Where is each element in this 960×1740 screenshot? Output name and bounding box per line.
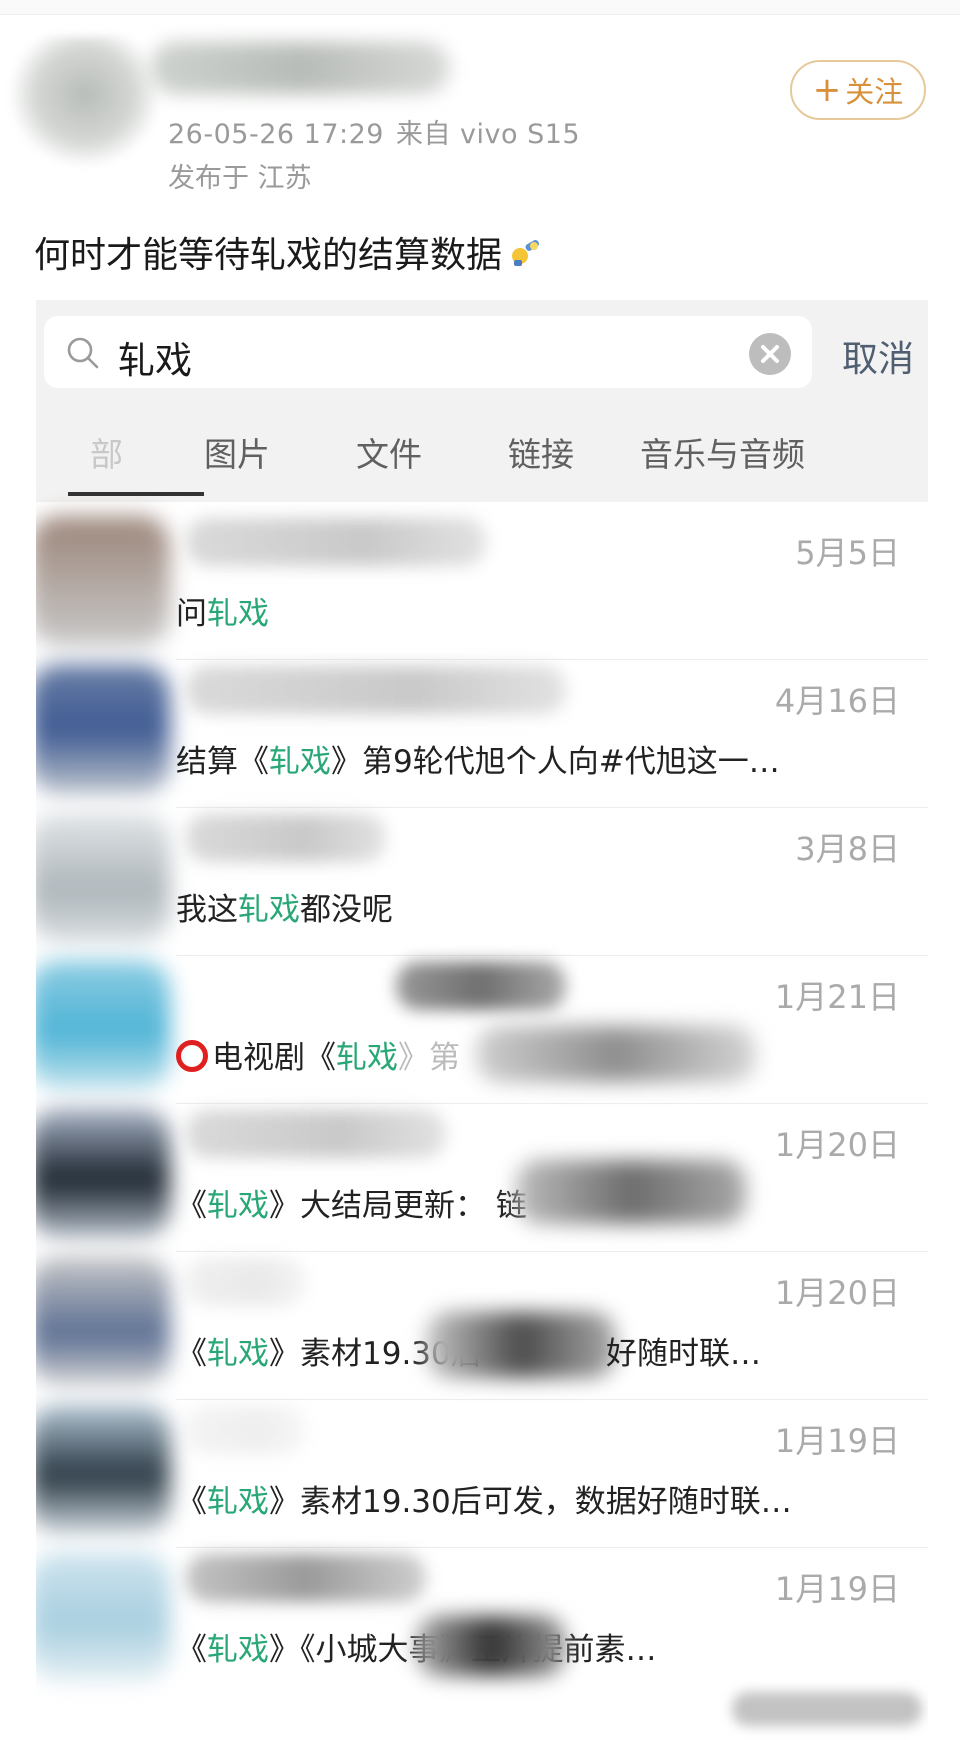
snippet-highlight: 轧戏 xyxy=(269,744,331,780)
tab-files[interactable]: 文件 xyxy=(356,428,422,476)
post-meta: 26-05-26 17:29 来自 vivo S15 xyxy=(168,112,592,151)
list-item[interactable]: 1月20日 《轧戏》素材19.30后 好随时联… xyxy=(36,1242,928,1400)
snippet-highlight: 轧戏 xyxy=(207,1632,269,1668)
avatar xyxy=(36,960,170,1090)
avatar xyxy=(36,1552,170,1682)
post-device: 来自 vivo S15 xyxy=(395,119,581,150)
list-item[interactable]: 5月5日 问轧戏 xyxy=(36,502,928,660)
chat-search-screenshot: 轧戏 取消 部 图片 文件 链接 音乐与音频 5月5日 问轧戏 4月16日 结算… xyxy=(36,300,928,1740)
snippet-text: 都没呢 xyxy=(300,892,393,928)
snippet-text: 》第 xyxy=(398,1040,460,1076)
list-item[interactable]: 1月19日 《轧戏》《小城大事》正片提前素… xyxy=(36,1538,928,1696)
avatar[interactable] xyxy=(10,36,160,166)
message-snippet: 《轧戏》素材19.30后可发，数据好随时联… xyxy=(176,1476,792,1521)
list-item[interactable]: 1月21日 电视剧《轧戏》第 xyxy=(36,946,928,1104)
blurred-content xyxy=(516,1160,746,1224)
message-date: 1月20日 xyxy=(774,1126,900,1164)
snippet-text: 》素材19.30后可发，数据好随时联… xyxy=(269,1484,792,1520)
blurred-content xyxy=(426,1312,616,1378)
plus-icon: + xyxy=(812,70,842,110)
snippet-highlight: 轧戏 xyxy=(207,1484,269,1520)
snippet-text: 结算《 xyxy=(176,744,269,780)
search-bar-area: 轧戏 取消 xyxy=(36,300,928,392)
message-date: 1月21日 xyxy=(774,978,900,1016)
list-item[interactable]: 1月19日 《轧戏》素材19.30后可发，数据好随时联… xyxy=(36,1390,928,1548)
snippet-text: 问 xyxy=(176,596,207,632)
active-tab-indicator xyxy=(68,492,204,496)
post-location: 发布于 江苏 xyxy=(168,163,312,194)
message-date: 1月20日 xyxy=(774,1274,900,1312)
avatar xyxy=(36,1256,170,1386)
follow-label: 关注 xyxy=(845,75,904,109)
tab-links[interactable]: 链接 xyxy=(508,428,574,476)
message-snippet: 《轧戏》大结局更新： 链 xyxy=(176,1180,527,1225)
snippet-highlight: 轧戏 xyxy=(207,596,269,632)
red-circle-icon xyxy=(176,1040,208,1072)
snippet-text: 电视剧《 xyxy=(212,1040,336,1076)
list-item[interactable]: 3月8日 我这轧戏都没呢 xyxy=(36,798,928,956)
follow-button[interactable]: + 关注 xyxy=(790,60,926,120)
clear-icon[interactable] xyxy=(748,332,792,376)
tab-images[interactable]: 图片 xyxy=(204,428,270,476)
status-strip xyxy=(0,0,960,15)
list-item[interactable]: 4月16日 结算《轧戏》第9轮代旭个人向#代旭这一… xyxy=(36,650,928,808)
snippet-highlight: 轧戏 xyxy=(207,1188,269,1224)
username-blurred[interactable] xyxy=(150,42,450,94)
snippet-text: 《 xyxy=(176,1484,207,1520)
snippet-highlight: 轧戏 xyxy=(238,892,300,928)
sender-name-blurred xyxy=(186,1554,426,1602)
sender-name-blurred xyxy=(186,814,386,862)
message-date: 4月16日 xyxy=(774,682,900,720)
avatar xyxy=(36,516,170,646)
tab-all[interactable]: 部 xyxy=(90,428,123,476)
snippet-highlight: 轧戏 xyxy=(207,1336,269,1372)
message-snippet: 结算《轧戏》第9轮代旭个人向#代旭这一… xyxy=(176,736,780,781)
filter-tabs: 部 图片 文件 链接 音乐与音频 xyxy=(36,392,928,502)
message-snippet: 问轧戏 xyxy=(176,588,269,633)
snippet-text: 》第9轮代旭个人向#代旭这一… xyxy=(331,744,780,780)
post-text: 何时才能等待轧戏的结算数据 xyxy=(34,235,503,276)
sender-name-blurred xyxy=(186,1406,306,1454)
message-snippet: 电视剧《轧戏》第 xyxy=(176,1032,460,1077)
message-date: 3月8日 xyxy=(795,830,900,868)
search-query: 轧戏 xyxy=(118,339,192,382)
post-body: 何时才能等待轧戏的结算数据 xyxy=(34,226,544,278)
watermark-blurred xyxy=(732,1692,922,1726)
avatar xyxy=(36,664,170,794)
search-input[interactable]: 轧戏 xyxy=(44,316,812,388)
message-date: 5月5日 xyxy=(795,534,900,572)
snippet-text: 《 xyxy=(176,1632,207,1668)
snippet-highlight: 轧戏 xyxy=(336,1040,398,1076)
sender-name-blurred xyxy=(186,1110,446,1158)
cancel-button[interactable]: 取消 xyxy=(842,330,914,382)
avatar xyxy=(36,1404,170,1534)
message-date: 1月19日 xyxy=(774,1570,900,1608)
snippet-text: 《 xyxy=(176,1336,207,1372)
sender-name-blurred xyxy=(186,666,566,714)
sender-name-blurred xyxy=(186,518,486,566)
avatar xyxy=(36,1108,170,1238)
blurred-content xyxy=(416,1616,566,1676)
post-time: 26-05-26 17:29 xyxy=(168,119,384,150)
message-date: 1月19日 xyxy=(774,1422,900,1460)
sender-name-blurred xyxy=(396,962,566,1010)
tab-music-audio[interactable]: 音乐与音频 xyxy=(640,428,805,476)
list-item[interactable]: 1月20日 《轧戏》大结局更新： 链 xyxy=(36,1094,928,1252)
sender-name-blurred xyxy=(186,1258,306,1306)
snippet-text: 我这 xyxy=(176,892,238,928)
cheering-emoji-icon xyxy=(512,240,539,266)
snippet-text: 《 xyxy=(176,1188,207,1224)
avatar xyxy=(36,812,170,942)
search-icon xyxy=(67,337,99,369)
snippet-tail: 好随时联… xyxy=(606,1336,761,1372)
message-snippet: 我这轧戏都没呢 xyxy=(176,884,393,929)
snippet-text: 》大结局更新： 链 xyxy=(269,1188,527,1224)
blurred-content xyxy=(476,1026,756,1082)
